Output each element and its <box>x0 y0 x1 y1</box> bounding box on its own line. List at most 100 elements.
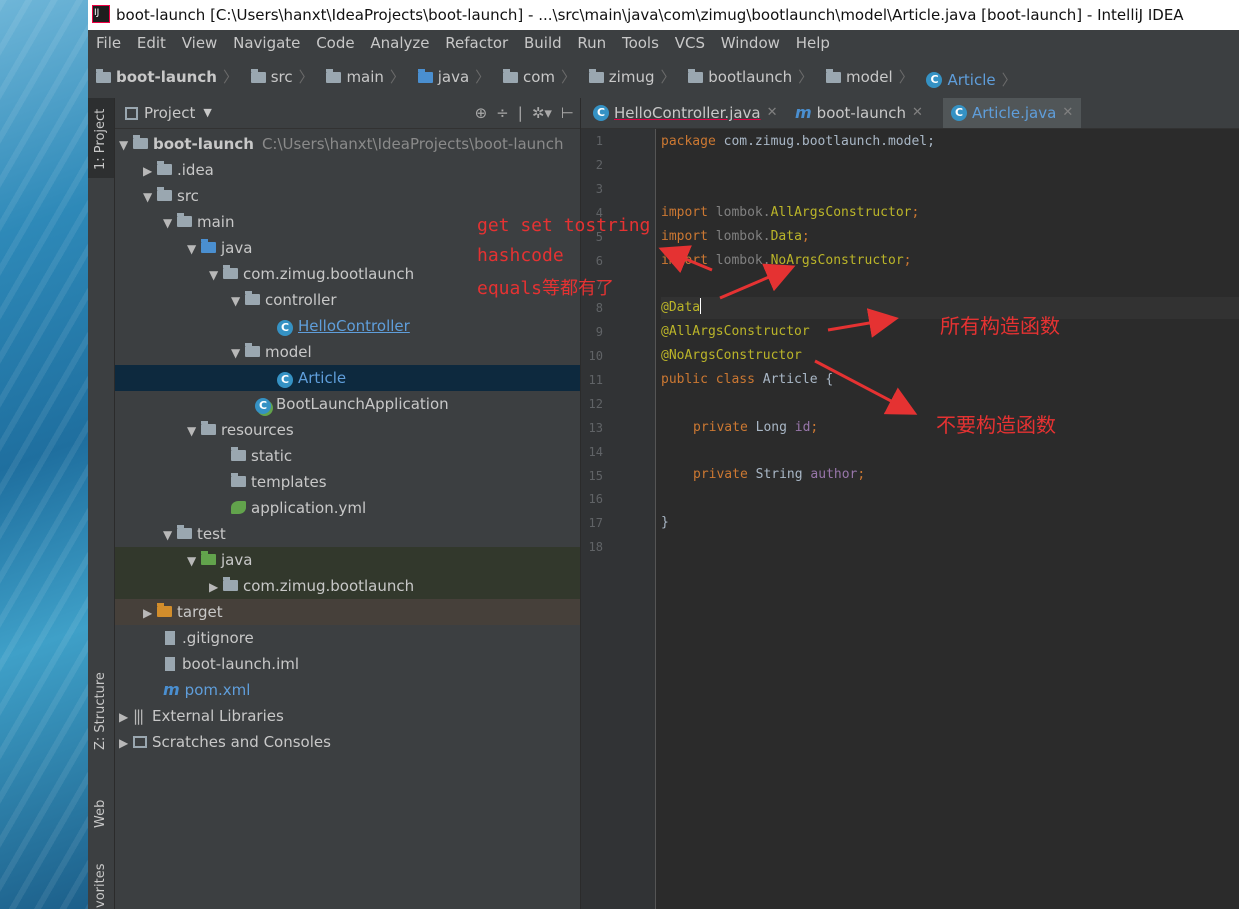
tree-item-test-java[interactable]: ▼ java <box>115 547 580 573</box>
tree-item-target[interactable]: ▶ target <box>115 599 580 625</box>
code-text: lombok. <box>715 229 771 244</box>
gear-icon[interactable]: ✲▾ <box>532 104 552 122</box>
package-icon <box>502 68 518 83</box>
tree-item-gitignore[interactable]: .gitignore <box>115 625 628 651</box>
hide-panel-icon[interactable]: ⊢ <box>561 104 574 122</box>
tree-item-label: BootLaunchApplication <box>276 395 449 413</box>
expand-arrow-icon[interactable]: ▼ <box>231 340 245 366</box>
menu-window[interactable]: Window <box>721 30 780 56</box>
tab-hellocontroller[interactable]: C HelloController.java ✕ <box>585 98 786 128</box>
breadcrumb-src[interactable]: src 〉 <box>250 56 314 98</box>
breadcrumb-main[interactable]: main 〉 <box>326 56 405 98</box>
tree-item-boot-launch[interactable]: ▼ boot-launch C:\Users\hanxt\IdeaProjects\… <box>115 131 584 157</box>
project-folder-icon <box>96 68 111 83</box>
expand-arrow-icon[interactable]: ▼ <box>163 522 177 548</box>
tab-structure-tool[interactable]: Z: Structure <box>88 658 114 758</box>
collapse-all-icon[interactable]: ÷ <box>496 104 509 122</box>
tree-item-test-package[interactable]: ▶ com.zimug.bootlaunch <box>115 573 580 599</box>
collapse-arrow-icon[interactable]: ▶ <box>143 600 157 626</box>
menu-tools[interactable]: Tools <box>622 30 659 56</box>
tree-item-java[interactable]: ▼ java <box>115 235 652 261</box>
folder-icon <box>326 68 342 83</box>
menu-run[interactable]: Run <box>577 30 606 56</box>
dropdown-arrow-icon: ▼ <box>203 106 212 119</box>
collapse-arrow-icon[interactable]: ▶ <box>209 574 223 600</box>
tree-item-resources[interactable]: ▼ resources <box>115 417 652 443</box>
tree-item-label: pom.xml <box>184 681 251 699</box>
tab-article[interactable]: C Article.java ✕ <box>943 98 1082 128</box>
tab-web-tool[interactable]: Web <box>88 778 114 838</box>
menu-edit[interactable]: Edit <box>137 30 166 56</box>
breadcrumb-zimug[interactable]: zimug 〉 <box>588 56 676 98</box>
breadcrumb-label: com <box>522 68 555 86</box>
collapse-arrow-icon[interactable]: ▶ <box>119 704 133 730</box>
expand-arrow-icon[interactable]: ▼ <box>187 548 201 574</box>
breadcrumb-label: Article <box>947 70 996 89</box>
tree-item-label: Article <box>298 369 347 387</box>
menu-code[interactable]: Code <box>316 30 354 56</box>
line-number: 17 <box>588 516 603 530</box>
menu-navigate[interactable]: Navigate <box>233 30 300 56</box>
menu-vcs[interactable]: VCS <box>675 30 705 56</box>
expand-arrow-icon[interactable]: ▼ <box>187 418 201 444</box>
menu-refactor[interactable]: Refactor <box>445 30 508 56</box>
menu-file[interactable]: File <box>96 30 121 56</box>
tree-item-scratches[interactable]: ▶ Scratches and Consoles <box>115 729 584 755</box>
class-icon: C <box>277 372 293 388</box>
menu-analyze[interactable]: Analyze <box>370 30 429 56</box>
tool-tab-label: Z: Structure <box>93 672 108 750</box>
line-number: 16 <box>588 492 603 506</box>
menu-help[interactable]: Help <box>796 30 830 56</box>
tree-item-iml[interactable]: boot-launch.iml <box>115 651 628 677</box>
code-line-13: private Long id; <box>693 417 818 439</box>
tree-item-label: Scratches and Consoles <box>152 733 331 751</box>
breadcrumb-label: model <box>845 68 893 86</box>
code-text: lombok. <box>715 253 771 268</box>
expand-arrow-icon[interactable]: ▼ <box>119 132 133 158</box>
expand-arrow-icon[interactable]: ▼ <box>209 262 223 288</box>
tree-item-pom[interactable]: m pom.xml <box>115 677 628 703</box>
collapse-arrow-icon[interactable]: ▶ <box>119 730 133 756</box>
source-folder-icon <box>417 68 433 83</box>
line-number: 14 <box>588 445 603 459</box>
tab-label: HelloController.java <box>614 104 761 122</box>
tree-item-idea[interactable]: ▶ .idea <box>115 157 608 183</box>
tree-item-label: boot-launch.iml <box>182 655 300 673</box>
package-icon <box>223 265 238 279</box>
line-number: 10 <box>588 349 603 363</box>
code-line-4: import lombok.AllArgsConstructor; <box>661 202 919 224</box>
tree-item-label: main <box>197 213 235 231</box>
breadcrumb-article[interactable]: C Article 〉 <box>926 59 1017 101</box>
code-editor[interactable]: package com.zimug.bootlaunch.model; impo… <box>661 129 1239 909</box>
tree-item-article[interactable]: C Article <box>115 365 580 391</box>
collapse-arrow-icon[interactable]: ▶ <box>143 158 157 184</box>
breadcrumb-bootlaunch[interactable]: bootlaunch 〉 <box>688 56 813 98</box>
tab-project-tool[interactable]: 1: Project <box>88 98 114 178</box>
breadcrumb-java[interactable]: java 〉 <box>417 56 490 98</box>
resources-folder-icon <box>201 421 216 435</box>
expand-arrow-icon[interactable]: ▼ <box>187 236 201 262</box>
expand-arrow-icon[interactable]: ▼ <box>231 288 245 314</box>
locate-icon[interactable]: ⊕ <box>475 104 488 122</box>
tree-item-src[interactable]: ▼ src <box>115 183 608 209</box>
tree-item-label: External Libraries <box>152 707 284 725</box>
project-view-selector[interactable]: Project ▼ <box>125 98 212 128</box>
tree-item-test[interactable]: ▼ test <box>115 521 628 547</box>
tree-item-external-libraries[interactable]: ▶ ||| External Libraries <box>115 703 584 729</box>
expand-arrow-icon[interactable]: ▼ <box>143 184 157 210</box>
code-line-15: private String author; <box>693 464 865 486</box>
keyword: private <box>693 420 756 435</box>
breadcrumb-com[interactable]: com 〉 <box>502 56 576 98</box>
breadcrumb-project[interactable]: boot-launch 〉 <box>96 56 238 98</box>
expand-arrow-icon[interactable]: ▼ <box>163 210 177 236</box>
close-icon[interactable]: ✕ <box>912 98 923 128</box>
menu-build[interactable]: Build <box>524 30 562 56</box>
tab-favorites-tool[interactable]: vorites <box>88 858 114 909</box>
breadcrumb-model[interactable]: model 〉 <box>825 56 914 98</box>
tab-boot-launch[interactable]: m boot-launch ✕ <box>787 98 931 128</box>
menu-view[interactable]: View <box>182 30 218 56</box>
annotation-note-noargs: 不要构造函数 <box>936 413 1056 437</box>
close-icon[interactable]: ✕ <box>1062 98 1073 128</box>
close-icon[interactable]: ✕ <box>767 98 778 128</box>
tool-tab-label: vorites <box>93 863 108 908</box>
